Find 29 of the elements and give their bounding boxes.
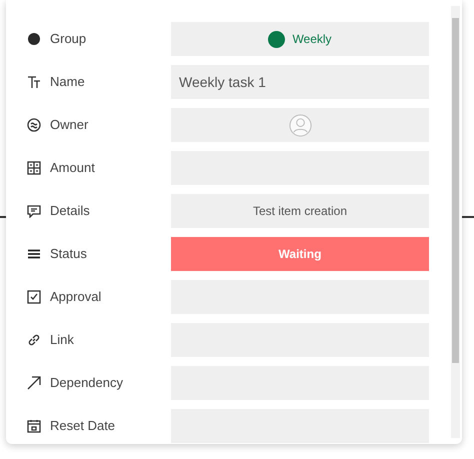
field-label: Status — [50, 245, 88, 264]
field-label: Approval — [50, 288, 102, 306]
scrollbar-thumb[interactable] — [452, 18, 459, 363]
scrollbar[interactable] — [451, 6, 460, 438]
dot-icon — [27, 32, 41, 46]
face-icon — [27, 118, 41, 132]
field-label: Amount — [50, 159, 96, 178]
avatar-icon — [288, 114, 312, 136]
comment-icon — [27, 204, 41, 218]
field-label: Reset Date — [50, 417, 116, 436]
text-size-icon — [27, 75, 41, 89]
field-label: Group — [50, 30, 88, 48]
field-label: Details — [50, 202, 91, 220]
table-icon — [27, 161, 41, 175]
calendar-icon — [27, 419, 41, 433]
link-icon — [27, 333, 41, 347]
group-name: Weekly — [292, 31, 332, 48]
arrow-icon — [27, 376, 41, 390]
menu-icon — [27, 247, 41, 261]
field-label: Name — [50, 73, 86, 92]
field-label: Dependency — [50, 374, 124, 392]
empty-field[interactable] — [171, 409, 429, 443]
owner-field[interactable] — [171, 108, 429, 142]
details-field[interactable]: Test item creation — [171, 194, 429, 228]
name-field[interactable]: Weekly task 1 — [171, 65, 429, 99]
field-label: Link — [50, 331, 75, 350]
field-label: Owner — [50, 116, 90, 134]
group-field[interactable]: Weekly — [171, 22, 429, 56]
checkbox-icon — [27, 290, 41, 304]
